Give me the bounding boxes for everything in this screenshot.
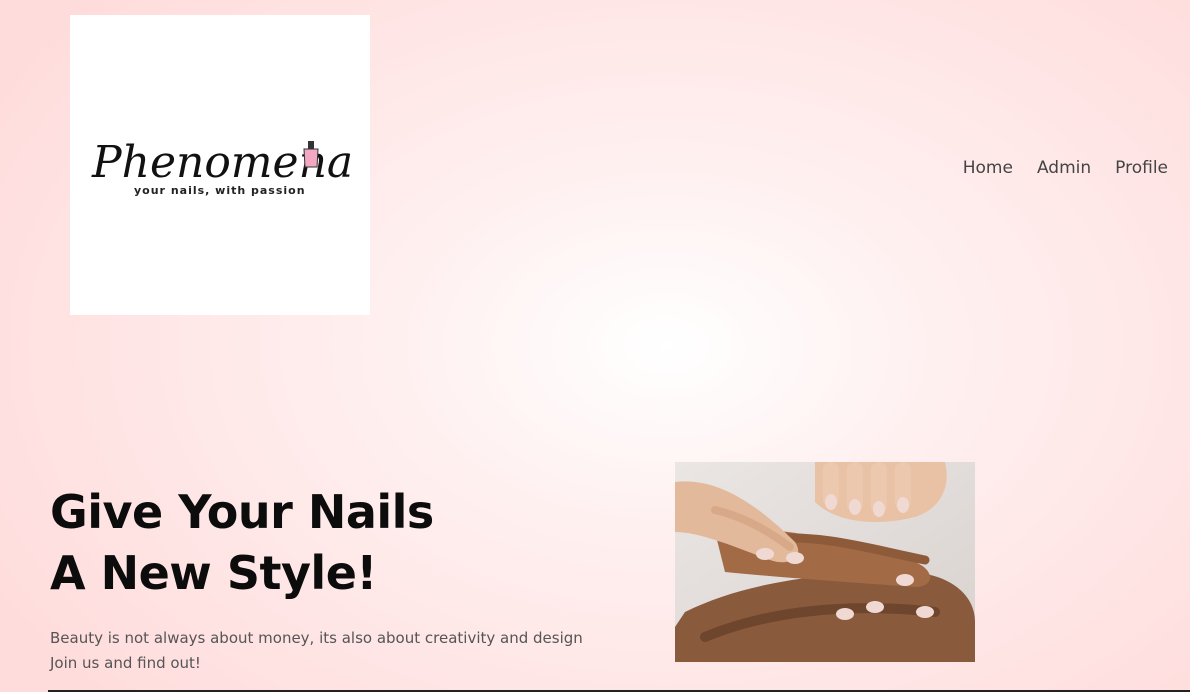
nav-home-link[interactable]: Home	[963, 158, 1013, 178]
hero-subtitle: Beauty is not always about money, its al…	[50, 626, 583, 676]
hero-title: Give Your Nails A New Style!	[50, 482, 434, 604]
brand-logo: Phenomenail your nails, with passion	[91, 137, 350, 197]
brand-tagline: your nails, with passion	[134, 184, 306, 197]
hero-image	[675, 462, 975, 662]
hero-subtitle-line2: Join us and find out!	[50, 654, 201, 672]
logo-box[interactable]: Phenomenail your nails, with passion	[70, 15, 370, 315]
hero-title-line2: A New Style!	[50, 546, 377, 600]
main-nav: Home Admin Profile	[963, 158, 1168, 178]
hero-title-line1: Give Your Nails	[50, 485, 434, 539]
hero-subtitle-line1: Beauty is not always about money, its al…	[50, 629, 583, 647]
nav-profile-link[interactable]: Profile	[1115, 158, 1168, 178]
nav-admin-link[interactable]: Admin	[1037, 158, 1091, 178]
stacked-hands-icon	[675, 462, 975, 662]
